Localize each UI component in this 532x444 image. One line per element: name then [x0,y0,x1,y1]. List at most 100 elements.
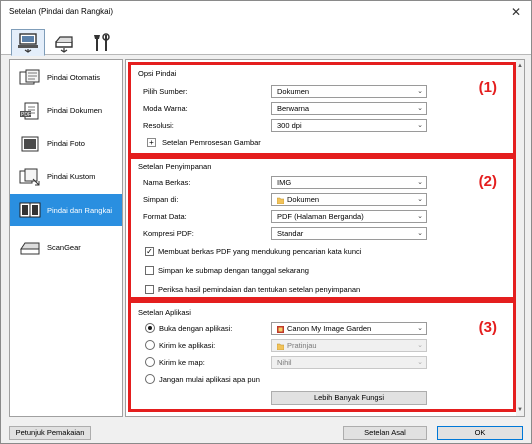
format-select[interactable]: PDF (Halaman Berganda) ⌄ [271,210,427,223]
title-bar: Setelan (Pindai dan Rangkai) ✕ [1,1,531,23]
scan-options-section: Opsi Pindai (1) Pilih Sumber: Dokumen ⌄ M… [128,62,516,156]
tools-icon [94,32,110,51]
color-mode-select[interactable]: Berwarna ⌄ [271,102,427,115]
sidebar-item-label: ScanGear [47,243,81,252]
open-app-label: Buka dengan aplikasi: [159,324,233,333]
compression-label: Kompresi PDF: [143,229,194,238]
sidebar-item-custom-scan[interactable]: Pindai Kustom [10,161,122,192]
scroll-down-icon[interactable]: ▼ [516,406,524,414]
toolbar [1,23,531,56]
no-app-label: Jangan mulai aplikasi apa pun [159,375,260,384]
chevron-down-icon: ⌄ [417,179,423,186]
chevron-down-icon: ⌄ [417,122,423,129]
app-settings-section: Setelan Aplikasi (3) Buka dengan aplikas… [128,300,516,412]
subfolder-checkbox[interactable] [145,266,154,275]
resolution-label: Resolusi: [143,121,174,130]
section-title: Setelan Penyimpanan [138,162,212,171]
computer-scan-icon [18,32,38,53]
vertical-scrollbar[interactable]: ▲ ▼ [516,60,524,416]
sidebar-item-scan-and-stitch[interactable]: Pindai dan Rangkai [10,194,122,226]
source-select[interactable]: Dokumen ⌄ [271,85,427,98]
resolution-select[interactable]: 300 dpi ⌄ [271,119,427,132]
sidebar-item-auto-scan[interactable]: Pindai Otomatis [10,62,122,93]
open-app-value: Canon My Image Garden [287,324,372,333]
sidebar-item-label: Pindai dan Rangkai [47,205,113,215]
folder-icon [276,342,285,350]
compression-select[interactable]: Standar ⌄ [271,227,427,240]
ok-button[interactable]: OK [437,426,523,440]
resolution-value: 300 dpi [277,121,302,130]
save-settings-section: Setelan Penyimpanan (2) Nama Berkas: IMG… [128,156,516,300]
scan-mode-sidebar: Pindai Otomatis PDF Pindai Dokumen Pinda… [9,59,123,417]
compression-value: Standar [277,229,304,238]
settings-panel: Opsi Pindai (1) Pilih Sumber: Dokumen ⌄ M… [125,59,525,417]
keyword-search-label: Membuat berkas PDF yang mendukung pencar… [158,247,362,256]
send-app-select[interactable]: Pratinjau ⌄ [271,339,427,352]
sidebar-item-photo-scan[interactable]: Pindai Foto [10,128,122,159]
review-checkbox[interactable] [145,285,154,294]
chevron-down-icon: ⌄ [417,230,423,237]
send-app-label: Kirim ke aplikasi: [159,341,216,350]
chevron-down-icon: ⌄ [417,88,423,95]
source-value: Dokumen [277,87,310,96]
photo-icon [17,134,43,154]
chevron-down-icon: ⌄ [417,342,423,349]
tab-scan-from-panel[interactable] [47,29,81,56]
send-app-radio[interactable] [145,340,155,350]
auto-scan-icon [17,68,43,88]
restore-defaults-button[interactable]: Setelan Asal [343,426,427,440]
send-app-value: Pratinjau [287,341,317,350]
scanner-icon [55,35,73,53]
send-folder-radio[interactable] [145,357,155,367]
send-folder-value: Nihil [277,358,292,367]
section-title: Opsi Pindai [138,69,177,78]
tab-general-settings[interactable] [85,29,119,56]
subfolder-label: Simpan ke submap dengan tanggal sekarang [158,266,309,275]
scangear-icon [17,238,43,258]
section-number: (2) [478,173,497,190]
window-title: Setelan (Pindai dan Rangkai) [9,7,114,16]
help-button[interactable]: Petunjuk Pemakaian [9,426,91,440]
sidebar-item-label: Pindai Otomatis [47,73,100,82]
save-in-select[interactable]: Dokumen ⌄ [271,193,427,206]
open-app-select[interactable]: Canon My Image Garden ⌄ [271,322,427,335]
source-label: Pilih Sumber: [143,87,188,96]
scroll-up-icon[interactable]: ▲ [516,62,524,70]
sidebar-item-scangear[interactable]: ScanGear [10,232,122,263]
chevron-down-icon: ⌄ [417,105,423,112]
format-value: PDF (Halaman Berganda) [277,212,364,221]
image-processing-link[interactable]: Setelan Pemrosesan Gambar [162,138,261,147]
pdf-document-icon: PDF [17,101,43,121]
review-label: Periksa hasil pemindaian dan tentukan se… [158,285,361,294]
keyword-search-checkbox[interactable]: ✓ [145,247,154,256]
sidebar-item-label: Pindai Foto [47,139,85,148]
open-app-radio[interactable] [145,323,155,333]
filename-input[interactable]: IMG ⌄ [271,176,427,189]
section-title: Setelan Aplikasi [138,308,191,317]
color-mode-label: Moda Warna: [143,104,188,113]
svg-text:PDF: PDF [21,112,31,118]
color-mode-value: Berwarna [277,104,310,113]
sidebar-item-label: Pindai Dokumen [47,106,103,115]
filename-label: Nama Berkas: [143,178,191,187]
close-icon[interactable]: ✕ [507,4,525,20]
format-label: Format Data: [143,212,187,221]
send-folder-select[interactable]: Nihil ⌄ [271,356,427,369]
stitch-icon [17,200,43,220]
tab-scan-from-computer[interactable] [11,29,45,56]
custom-scan-icon [17,167,43,187]
chevron-down-icon: ⌄ [417,196,423,203]
section-number: (3) [478,319,497,336]
no-app-radio[interactable] [145,374,155,384]
save-in-label: Simpan di: [143,195,179,204]
sidebar-item-label: Pindai Kustom [47,172,96,181]
chevron-down-icon: ⌄ [417,213,423,220]
folder-icon [276,196,285,204]
sidebar-item-document-scan[interactable]: PDF Pindai Dokumen [10,95,122,126]
expand-icon[interactable]: + [147,138,156,147]
settings-window: Setelan (Pindai dan Rangkai) ✕ Pindai Ot… [0,0,532,444]
save-in-value: Dokumen [287,195,320,204]
section-number: (1) [478,79,497,96]
more-functions-button[interactable]: Lebih Banyak Fungsi [271,391,427,405]
chevron-down-icon: ⌄ [417,325,423,332]
